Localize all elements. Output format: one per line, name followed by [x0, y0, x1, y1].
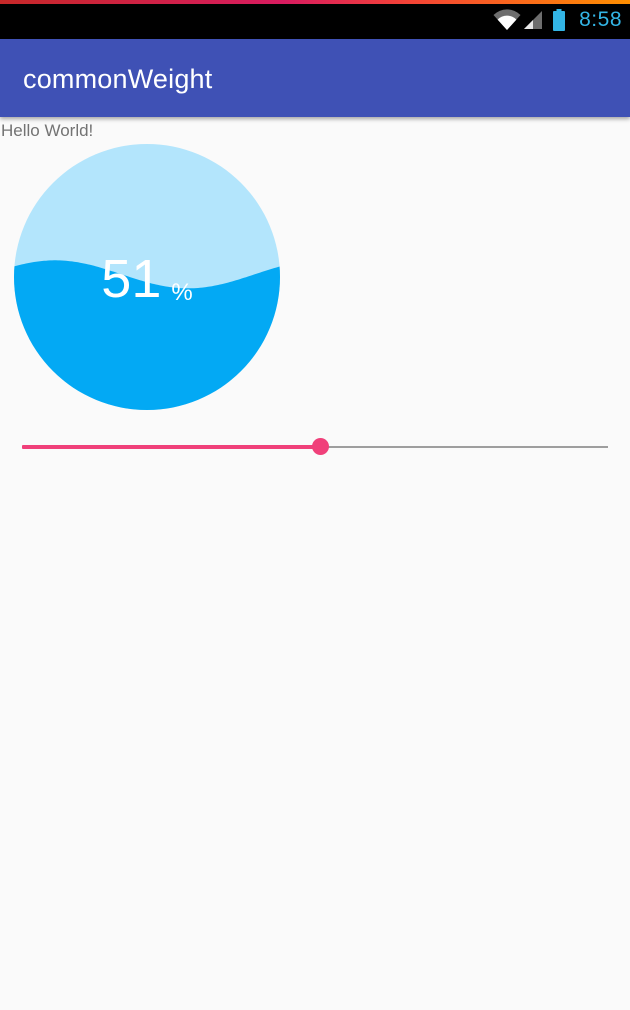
- front-wave: [14, 260, 280, 410]
- app-bar: commonWeight: [0, 39, 630, 117]
- clock: 8:58: [579, 8, 622, 31]
- level-seekbar[interactable]: [12, 430, 618, 464]
- wifi-icon: [493, 8, 521, 31]
- seekbar-progress: [22, 445, 321, 449]
- app-title: commonWeight: [23, 64, 213, 94]
- hello-text: Hello World!: [1, 121, 94, 140]
- wave-progress-view: 51 %: [14, 144, 280, 410]
- status-bar: 8:58: [0, 0, 630, 39]
- battery-icon: [553, 8, 566, 31]
- seekbar-thumb[interactable]: [312, 438, 330, 455]
- status-icons: 8:58: [493, 0, 630, 39]
- signal-icon: [523, 10, 543, 30]
